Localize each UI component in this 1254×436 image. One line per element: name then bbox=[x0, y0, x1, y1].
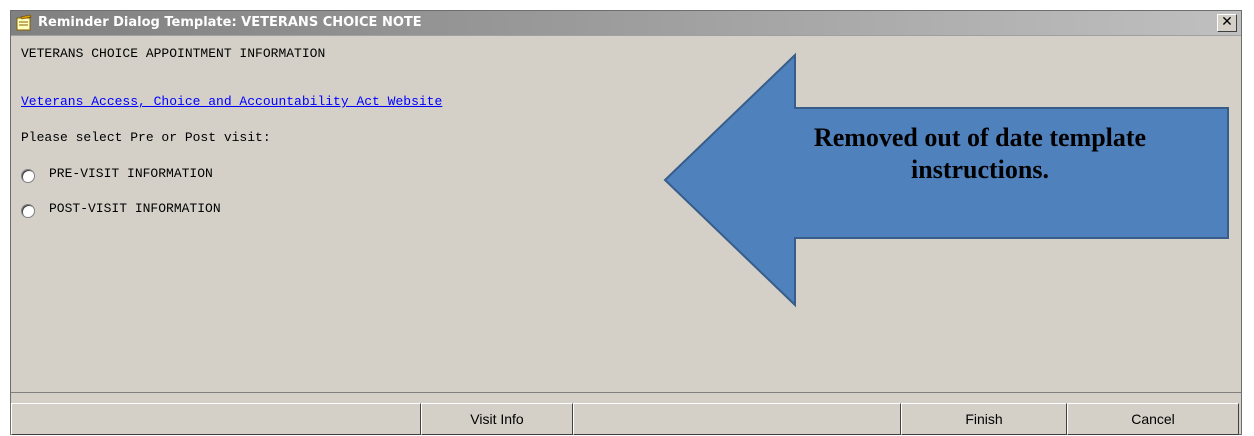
vaca-website-link[interactable]: Veterans Access, Choice and Accountabili… bbox=[21, 94, 442, 109]
reminder-dialog-window: Reminder Dialog Template: VETERANS CHOIC… bbox=[10, 10, 1242, 435]
post-visit-label[interactable]: POST-VISIT INFORMATION bbox=[49, 201, 221, 216]
cancel-label: Cancel bbox=[1131, 411, 1175, 427]
title-bar[interactable]: Reminder Dialog Template: VETERANS CHOIC… bbox=[11, 11, 1241, 35]
pre-visit-radio[interactable] bbox=[21, 169, 35, 183]
dialog-footer: Visit Info Finish Cancel bbox=[11, 403, 1241, 436]
pre-visit-label[interactable]: PRE-VISIT INFORMATION bbox=[49, 166, 213, 181]
section-heading: VETERANS CHOICE APPOINTMENT INFORMATION bbox=[21, 46, 326, 61]
visit-info-label: Visit Info bbox=[470, 411, 524, 427]
status-panel bbox=[11, 403, 421, 435]
close-icon: ✕ bbox=[1221, 14, 1233, 30]
spacer-panel bbox=[573, 403, 901, 435]
close-button[interactable]: ✕ bbox=[1217, 14, 1237, 32]
post-visit-radio[interactable] bbox=[21, 204, 35, 218]
window-title: Reminder Dialog Template: VETERANS CHOIC… bbox=[38, 15, 422, 30]
visit-type-prompt: Please select Pre or Post visit: bbox=[21, 130, 271, 145]
cancel-button[interactable]: Cancel bbox=[1067, 403, 1239, 435]
notepad-pencil-icon bbox=[16, 14, 32, 31]
dialog-content: VETERANS CHOICE APPOINTMENT INFORMATION … bbox=[11, 35, 1241, 393]
finish-button[interactable]: Finish bbox=[901, 403, 1067, 435]
callout-text: Removed out of date template instruction… bbox=[813, 123, 1147, 184]
visit-info-button[interactable]: Visit Info bbox=[421, 403, 573, 435]
finish-label: Finish bbox=[965, 411, 1003, 427]
